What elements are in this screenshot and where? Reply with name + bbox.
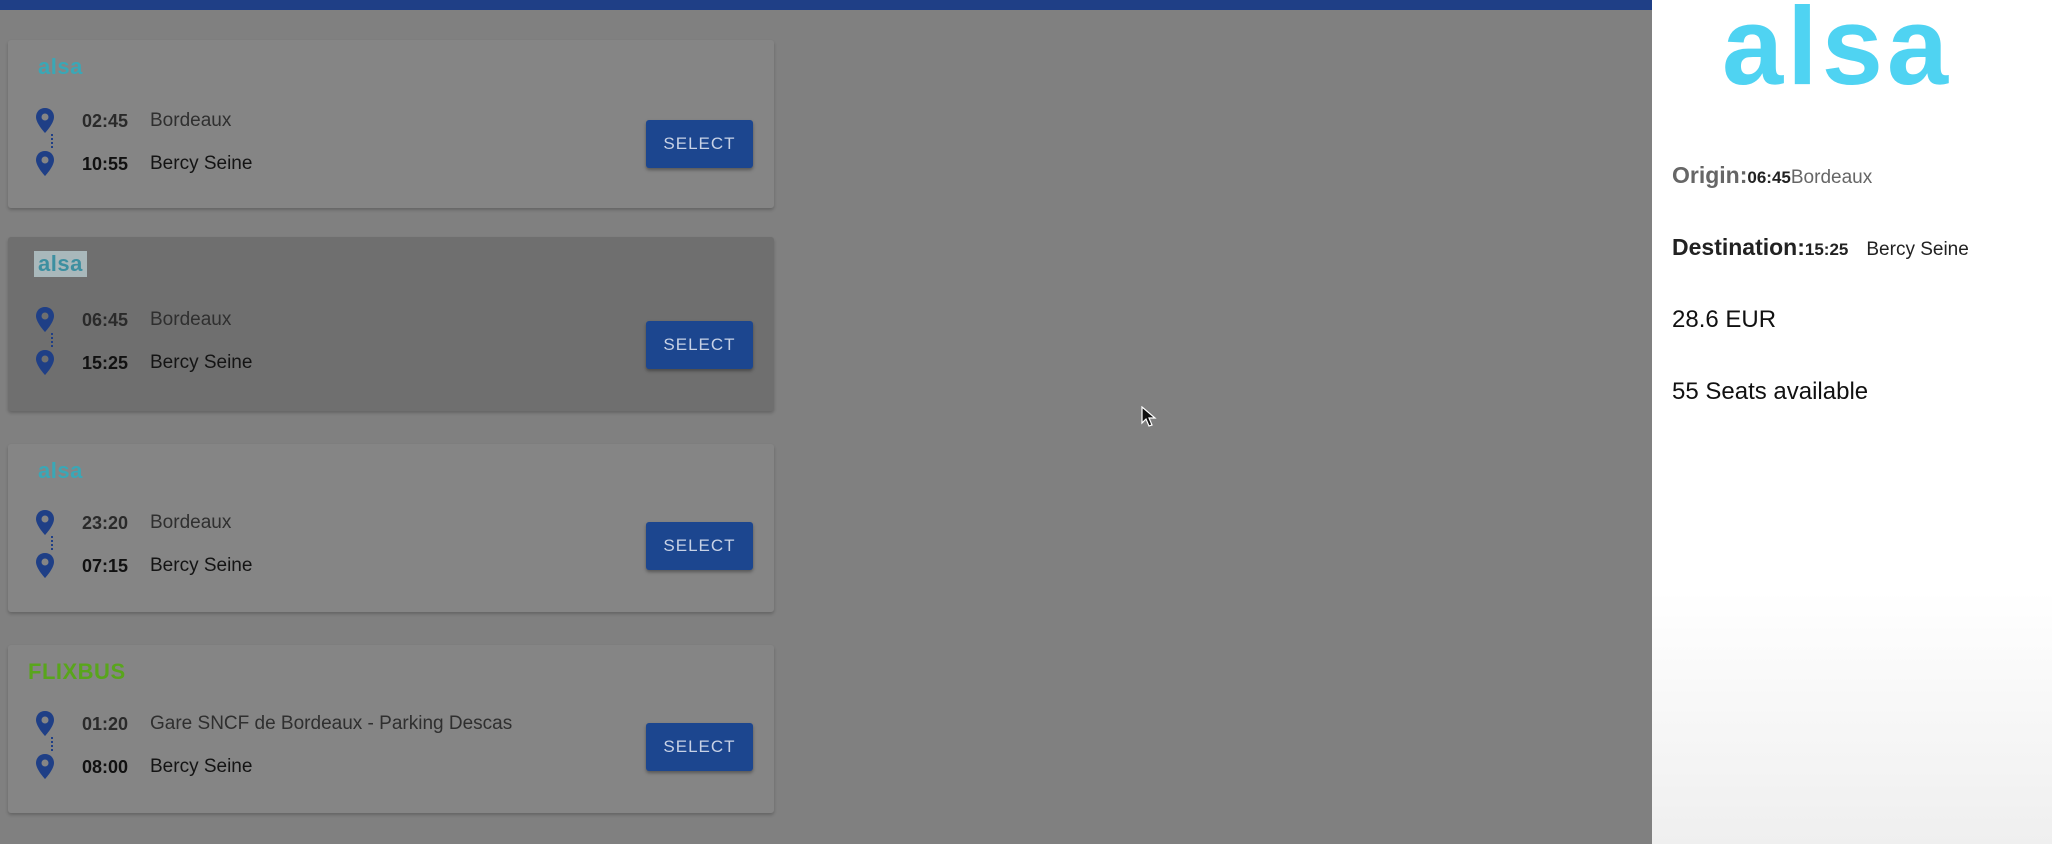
origin-stop: 02:45 Bordeaux: [32, 107, 231, 135]
departure-time: 23:20: [82, 512, 129, 533]
destination-row: Destination:15:25 Bercy Seine: [1672, 234, 1969, 261]
destination-place: Bercy Seine: [150, 352, 253, 373]
arrival-time: 07:15: [82, 555, 129, 576]
origin-place: Bordeaux: [150, 512, 232, 533]
destination-stop: 08:00 Bercy Seine: [32, 753, 252, 781]
price: 28.6 EUR: [1672, 306, 1777, 333]
operator-logo-alsa: alsa: [34, 251, 87, 277]
results-list: alsa 02:45 Bordeaux 10:55 Bercy Seine SE…: [0, 0, 1652, 844]
operator-logo-alsa: alsa: [1722, 0, 1953, 108]
location-pin-icon: [36, 151, 54, 176]
arrival-time: 10:55: [82, 153, 129, 174]
origin-place: Bordeaux: [150, 110, 232, 131]
origin-place: Bordeaux: [1790, 167, 1873, 188]
operator-logo-alsa: alsa: [38, 54, 83, 79]
location-pin-icon: [36, 307, 54, 332]
destination-label: Destination:: [1672, 234, 1805, 260]
destination-place: Bercy Seine: [1866, 239, 1969, 260]
mouse-cursor-icon: [1141, 406, 1157, 427]
arrival-time: 08:00: [82, 756, 129, 777]
location-pin-icon: [36, 754, 54, 779]
destination-place: Bercy Seine: [150, 756, 253, 777]
trip-card[interactable]: alsa 02:45 Bordeaux 10:55 Bercy Seine SE…: [8, 40, 774, 208]
destination-place: Bercy Seine: [150, 153, 253, 174]
destination-place: Bercy Seine: [150, 555, 253, 576]
trip-card[interactable]: alsa 23:20 Bordeaux 07:15 Bercy Seine SE…: [8, 444, 774, 612]
select-button[interactable]: SELECT: [646, 723, 753, 771]
route-line: [51, 134, 53, 148]
select-button[interactable]: SELECT: [646, 522, 753, 570]
trip-details-panel: alsa Origin:06:45Bordeaux Destination:15…: [1652, 0, 2052, 844]
location-pin-icon: [36, 553, 54, 578]
route-line: [51, 536, 53, 550]
select-button[interactable]: SELECT: [646, 120, 753, 168]
origin-stop: 23:20 Bordeaux: [32, 509, 231, 537]
trip-card[interactable]: FLIXBUS 01:20 Gare SNCF de Bordeaux - Pa…: [8, 645, 774, 813]
origin-stop: 06:45 Bordeaux: [32, 306, 231, 334]
route-line: [51, 333, 53, 347]
location-pin-icon: [36, 108, 54, 133]
origin-stop: 01:20 Gare SNCF de Bordeaux - Parking De…: [32, 710, 512, 738]
origin-label: Origin:: [1672, 162, 1748, 188]
seats-available: 55 Seats available: [1672, 378, 1869, 405]
departure-time: 01:20: [82, 713, 129, 734]
location-pin-icon: [36, 711, 54, 736]
origin-time: 06:45: [1747, 168, 1791, 187]
destination-time: 15:25: [1804, 240, 1849, 259]
route-line: [51, 737, 53, 751]
origin-row: Origin:06:45Bordeaux: [1672, 162, 1872, 189]
destination-stop: 10:55 Bercy Seine: [32, 150, 252, 178]
arrival-time: 15:25: [82, 352, 129, 373]
origin-place: Gare SNCF de Bordeaux - Parking Descas: [150, 713, 513, 734]
trip-card-selected[interactable]: alsa 06:45 Bordeaux 15:25 Bercy Seine SE…: [8, 237, 774, 411]
operator-logo-flixbus: FLIXBUS: [28, 659, 126, 684]
departure-time: 02:45: [82, 110, 129, 131]
location-pin-icon: [36, 510, 54, 535]
top-app-bar: [0, 0, 1652, 10]
origin-place: Bordeaux: [150, 309, 232, 330]
destination-stop: 07:15 Bercy Seine: [32, 552, 252, 580]
destination-stop: 15:25 Bercy Seine: [32, 349, 252, 377]
location-pin-icon: [36, 350, 54, 375]
departure-time: 06:45: [82, 309, 129, 330]
operator-logo-alsa: alsa: [38, 458, 83, 483]
select-button[interactable]: SELECT: [646, 321, 753, 369]
